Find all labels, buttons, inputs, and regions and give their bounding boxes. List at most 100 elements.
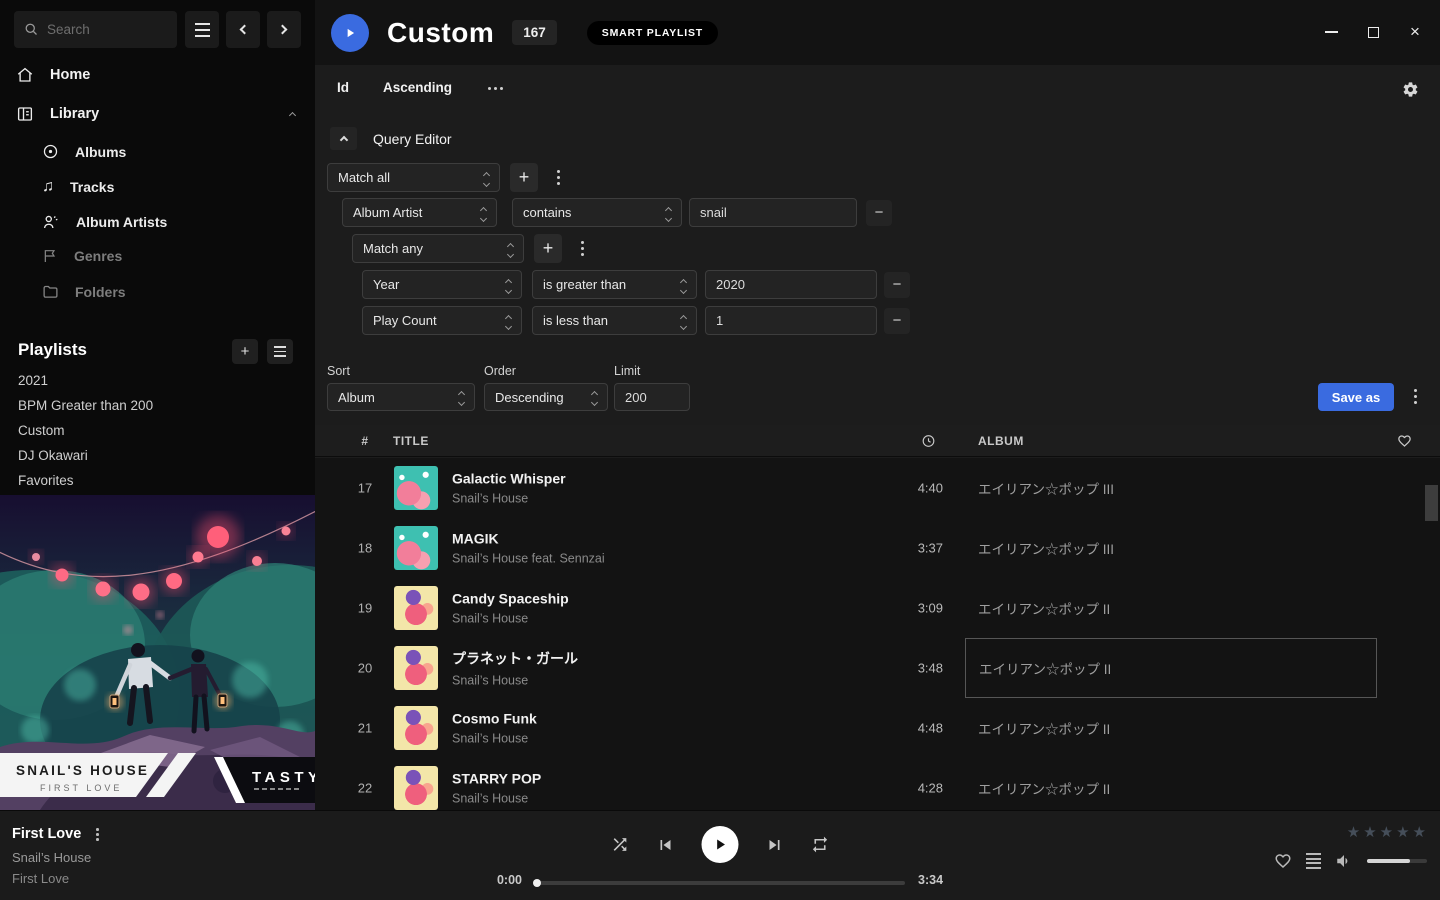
- rating-star-icon[interactable]: ★: [1413, 823, 1426, 841]
- column-title[interactable]: TITLE: [393, 434, 429, 448]
- back-button[interactable]: [226, 11, 260, 48]
- remove-rule-button[interactable]: −: [884, 272, 910, 298]
- now-playing-kebab-menu[interactable]: [95, 826, 101, 842]
- menu-button[interactable]: [185, 11, 219, 48]
- album-cell[interactable]: エイリアン☆ポップ II: [965, 698, 1377, 758]
- sidebar-item-folders[interactable]: Folders: [42, 283, 126, 300]
- favorite-heart-icon[interactable]: [1397, 433, 1412, 448]
- repeat-icon[interactable]: [811, 835, 830, 854]
- track-artist: Snail’s House: [452, 674, 578, 688]
- volume-slider[interactable]: [1367, 859, 1427, 863]
- rule-value-input[interactable]: [705, 270, 877, 299]
- album-art-thumbnail: [394, 706, 438, 750]
- add-rule-button[interactable]: +: [534, 234, 562, 263]
- album-cell[interactable]: エイリアン☆ポップ II: [965, 758, 1377, 810]
- settings-gear-icon[interactable]: [1402, 81, 1419, 98]
- sidebar-item-album-artists[interactable]: Album Artists: [42, 213, 167, 231]
- select-spinner-icon: [681, 277, 686, 293]
- rule-operator-select[interactable]: is greater than: [532, 270, 697, 299]
- rule-operator-select[interactable]: is less than: [532, 306, 697, 335]
- play-button[interactable]: [702, 826, 739, 863]
- scrollbar-thumb[interactable]: [1425, 485, 1438, 521]
- rule-field-select[interactable]: Album Artist: [342, 198, 497, 227]
- sidebar-item-home[interactable]: Home: [16, 66, 299, 84]
- track-row[interactable]: 20プラネット・ガールSnail’s House3:48エイリアン☆ポップ II: [315, 638, 1440, 698]
- playlist-item[interactable]: 2021: [18, 373, 48, 388]
- remove-rule-button[interactable]: −: [866, 200, 892, 226]
- rule-value-input[interactable]: [689, 198, 857, 227]
- duration-clock-icon[interactable]: [921, 433, 936, 448]
- track-row[interactable]: 19Candy SpaceshipSnail’s House3:09エイリアン☆…: [315, 578, 1440, 638]
- favorite-heart-icon[interactable]: [1274, 852, 1292, 870]
- sidebar-item-library[interactable]: Library: [16, 105, 299, 123]
- sort-field-control[interactable]: Id: [337, 80, 349, 95]
- maximize-icon: [1368, 27, 1379, 38]
- group-kebab-menu[interactable]: [572, 234, 592, 263]
- track-row[interactable]: 18MAGIKSnail’s House feat. Sennzai3:37エイ…: [315, 518, 1440, 578]
- next-track-icon[interactable]: [765, 835, 785, 855]
- playlist-item[interactable]: BPM Greater than 200: [18, 398, 153, 413]
- track-title: プラネット・ガール: [452, 649, 578, 669]
- window-maximize-button[interactable]: [1360, 22, 1386, 42]
- rating-star-icon[interactable]: ★: [1363, 823, 1376, 841]
- rule-field-select[interactable]: Play Count: [362, 306, 522, 335]
- chevron-up-icon[interactable]: [289, 112, 296, 119]
- track-row[interactable]: 22STARRY POPSnail’s House4:28エイリアン☆ポップ I…: [315, 758, 1440, 810]
- genres-icon: [42, 248, 58, 264]
- forward-button[interactable]: [267, 11, 301, 48]
- rule-field-select[interactable]: Year: [362, 270, 522, 299]
- album-art-thumbnail: [394, 646, 438, 690]
- column-album[interactable]: ALBUM: [978, 434, 1024, 448]
- rule-operator-select[interactable]: contains: [512, 198, 682, 227]
- search-input[interactable]: [47, 22, 167, 37]
- playlist-list-button[interactable]: [267, 339, 293, 364]
- rule-value-input[interactable]: [705, 306, 877, 335]
- order-label: Order: [484, 364, 516, 378]
- seek-thumb[interactable]: [533, 879, 541, 887]
- album-cell[interactable]: エイリアン☆ポップ II: [965, 638, 1377, 698]
- collapse-query-editor-button[interactable]: [330, 127, 357, 150]
- group-kebab-menu[interactable]: [548, 163, 568, 192]
- column-index[interactable]: #: [337, 434, 393, 448]
- sidebar-item-genres[interactable]: Genres: [42, 248, 122, 264]
- match-type-select[interactable]: Match any: [352, 234, 524, 263]
- sort-select[interactable]: Album: [327, 383, 475, 411]
- save-kebab-menu[interactable]: [1405, 383, 1425, 411]
- album-cell[interactable]: エイリアン☆ポップ III: [965, 458, 1377, 518]
- cover-album: FIRST LOVE: [40, 783, 122, 793]
- track-duration: 4:48: [875, 721, 943, 736]
- album-cell[interactable]: エイリアン☆ポップ III: [965, 518, 1377, 578]
- sidebar-item-albums[interactable]: Albums: [42, 143, 126, 160]
- remove-rule-button[interactable]: −: [884, 308, 910, 334]
- playlist-item[interactable]: Custom: [18, 423, 65, 438]
- volume-icon[interactable]: [1335, 852, 1353, 870]
- window-minimize-button[interactable]: [1318, 22, 1344, 42]
- window-close-button[interactable]: ×: [1402, 22, 1428, 42]
- add-rule-button[interactable]: +: [510, 163, 538, 192]
- limit-input[interactable]: [614, 383, 690, 411]
- playlist-item[interactable]: DJ Okawari: [18, 448, 88, 463]
- sort-direction-control[interactable]: Ascending: [383, 80, 452, 95]
- save-as-button[interactable]: Save as: [1318, 383, 1394, 411]
- shuffle-icon[interactable]: [611, 835, 630, 854]
- queue-icon[interactable]: [1306, 853, 1321, 869]
- rating-star-icon[interactable]: ★: [1396, 823, 1409, 841]
- select-spinner-icon: [508, 241, 513, 257]
- search-box[interactable]: [14, 11, 177, 48]
- sidebar-item-tracks[interactable]: ♫Tracks: [42, 178, 114, 196]
- order-select[interactable]: Descending: [484, 383, 608, 411]
- match-type-select[interactable]: Match all: [327, 163, 500, 192]
- more-options-icon[interactable]: [486, 81, 504, 95]
- add-playlist-button[interactable]: +: [232, 339, 258, 364]
- track-row[interactable]: 21Cosmo FunkSnail’s House4:48エイリアン☆ポップ I…: [315, 698, 1440, 758]
- previous-track-icon[interactable]: [656, 835, 676, 855]
- playlist-item[interactable]: Favorites: [18, 473, 74, 488]
- query-rule-row: Album Artist contains −: [342, 198, 892, 227]
- seek-slider[interactable]: [535, 881, 905, 885]
- track-row[interactable]: 17Galactic WhisperSnail’s House4:40エイリアン…: [315, 458, 1440, 518]
- rating-star-icon[interactable]: ★: [1347, 823, 1360, 841]
- playlist-play-button[interactable]: [331, 14, 369, 52]
- sidebar-item-label: Genres: [74, 248, 122, 264]
- rating-star-icon[interactable]: ★: [1380, 823, 1393, 841]
- album-cell[interactable]: エイリアン☆ポップ II: [965, 578, 1377, 638]
